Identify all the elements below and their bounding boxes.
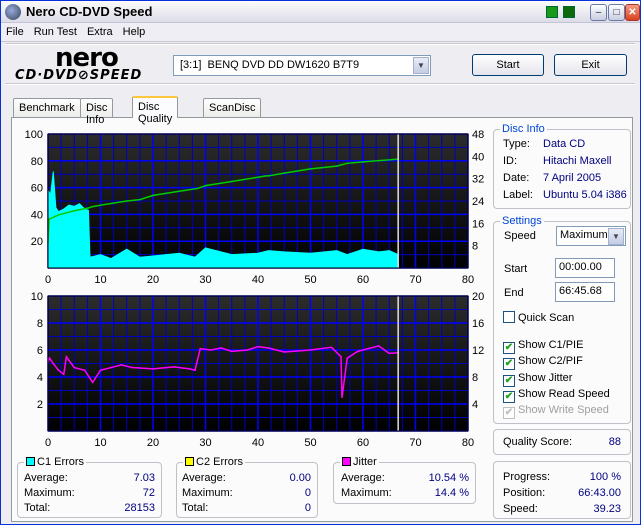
window-title: Nero CD-DVD Speed <box>26 4 153 19</box>
maximize-button[interactable]: □ <box>608 4 625 21</box>
jitter-avg-label: Average: <box>341 472 385 484</box>
start-label: Start <box>504 263 528 275</box>
id-value: Hitachi Maxell <box>543 155 612 167</box>
speed-select-value: Maximum <box>560 229 608 241</box>
exit-button[interactable]: Exit <box>554 54 627 76</box>
end-label: End <box>504 287 524 299</box>
checkmark-icon: ✔ <box>503 407 515 419</box>
logo-cd-dvd-speed-text: CD·DVD⊘SPEED <box>15 68 143 83</box>
show-read-speed-label: Show Read Speed <box>518 388 610 400</box>
tab-scandisc[interactable]: ScanDisc <box>203 98 262 117</box>
menu-bar: File Run Test Extra Help <box>1 23 640 42</box>
date-label: Date: <box>503 172 530 184</box>
app-icon <box>5 4 21 20</box>
show-c2-label: Show C2/PIF <box>518 355 583 367</box>
jitter-avg-value: 10.54 % <box>428 472 469 484</box>
c1-avg-label: Average: <box>24 472 68 484</box>
quality-score-value: 88 <box>608 436 621 448</box>
label-label: Label: <box>503 189 533 201</box>
quality-score-label: Quality Score: <box>503 436 573 448</box>
drive-select[interactable]: [3:1] BENQ DVD DD DW1620 B7T9 ▼ <box>173 55 431 76</box>
app-window: Nero CD-DVD Speed – □ ✕ File Run Test Extr… <box>0 0 641 525</box>
show-c1-label: Show C1/PIE <box>518 339 584 351</box>
c2-total-label: Total: <box>182 502 209 514</box>
checkbox-box <box>503 311 515 323</box>
c2-avg-label: Average: <box>182 472 226 484</box>
c2-max-label: Maximum: <box>182 487 233 499</box>
close-button[interactable]: ✕ <box>625 4 640 21</box>
jitter-title: Jitter <box>353 456 377 468</box>
checkmark-icon: ✔ <box>503 375 515 387</box>
progress-label: Progress: <box>503 471 551 483</box>
tab-disc-info[interactable]: Disc Info <box>80 98 114 126</box>
c2-errors-group: C2 Errors Average: 0.00 Maximum: 0 Total… <box>176 456 318 518</box>
speed-readout-label: Speed: <box>503 503 538 515</box>
c1-color-swatch <box>26 457 35 466</box>
id-label: ID: <box>503 155 518 167</box>
quick-scan-label: Quick Scan <box>518 312 575 324</box>
position-value: 66:43.00 <box>578 487 621 499</box>
c2-title: C2 Errors <box>196 456 244 468</box>
quality-score-group: Quality Score: 88 <box>493 429 631 455</box>
jitter-color-swatch <box>342 457 351 466</box>
c1-title: C1 Errors <box>37 456 85 468</box>
label-value: Ubuntu 5.04 i386 <box>543 189 627 201</box>
show-write-speed-checkbox: ✔ Show Write Speed <box>503 404 609 419</box>
c2-avg-value: 0.00 <box>289 472 311 484</box>
c2-total-value: 0 <box>304 502 311 514</box>
settings-title: Settings <box>500 215 544 227</box>
date-value: 7 April 2005 <box>543 172 602 184</box>
jitter-group: Jitter Average: 10.54 % Maximum: 14.4 % <box>333 456 476 504</box>
c1-max-value: 72 <box>142 487 155 499</box>
progress-value: 100 % <box>589 471 621 483</box>
c1-total-value: 28153 <box>124 502 155 514</box>
speed-label: Speed <box>504 230 536 242</box>
c1-avg-value: 7.03 <box>133 472 155 484</box>
checkmark-icon: ✔ <box>503 342 515 354</box>
progress-group: Progress: 100 % Position: 66:43.00 Speed… <box>493 461 631 519</box>
title-bar[interactable]: Nero CD-DVD Speed – □ ✕ <box>1 1 640 23</box>
speed-readout-value: 39.23 <box>593 503 621 515</box>
position-label: Position: <box>503 487 546 499</box>
tab-disc-quality[interactable]: Disc Quality <box>132 96 179 125</box>
tab-benchmark[interactable]: Benchmark <box>13 98 81 117</box>
start-time-input[interactable]: 00:00.00 <box>555 258 615 278</box>
minimize-button[interactable]: – <box>590 4 607 21</box>
type-value: Data CD <box>543 138 586 150</box>
show-jitter-checkbox[interactable]: ✔ Show Jitter <box>503 372 572 387</box>
nero-logo: nero CD·DVD⊘SPEED <box>13 43 163 87</box>
separator <box>5 83 635 85</box>
disc-info-title: Disc Info <box>500 123 547 135</box>
jitter-max-label: Maximum: <box>341 487 392 499</box>
save-disk-icon[interactable] <box>563 6 575 18</box>
jitter-max-value: 14.4 % <box>434 487 469 499</box>
chevron-down-icon[interactable]: ▼ <box>413 57 429 74</box>
menu-file[interactable]: File <box>1 23 29 38</box>
checkmark-icon: ✔ <box>503 358 515 370</box>
disc-info-group: Disc Info Type: Data CD ID: Hitachi Maxe… <box>493 123 631 209</box>
speed-select[interactable]: Maximum ▼ <box>556 226 626 246</box>
c1-errors-group: C1 Errors Average: 7.03 Maximum: 72 Tota… <box>17 456 162 518</box>
menu-run-test[interactable]: Run Test <box>29 23 82 38</box>
start-button[interactable]: Start <box>472 54 544 76</box>
menu-extra[interactable]: Extra <box>82 23 118 38</box>
show-c1-checkbox[interactable]: ✔ Show C1/PIE <box>503 339 583 354</box>
c2-color-swatch <box>185 457 194 466</box>
drive-select-value: [3:1] BENQ DVD DD DW1620 B7T9 <box>180 59 360 71</box>
checkmark-icon: ✔ <box>503 391 515 403</box>
c1-max-label: Maximum: <box>24 487 75 499</box>
c2-max-value: 0 <box>304 487 311 499</box>
show-write-speed-label: Show Write Speed <box>518 404 609 416</box>
type-label: Type: <box>503 138 530 150</box>
show-read-speed-checkbox[interactable]: ✔ Show Read Speed <box>503 388 610 403</box>
quick-scan-checkbox[interactable]: Quick Scan <box>503 311 574 324</box>
c1-total-label: Total: <box>24 502 51 514</box>
show-jitter-label: Show Jitter <box>518 372 573 384</box>
menu-help[interactable]: Help <box>118 23 151 38</box>
show-c2-checkbox[interactable]: ✔ Show C2/PIF <box>503 355 583 370</box>
chevron-down-icon[interactable]: ▼ <box>608 228 624 245</box>
tray-green-icon[interactable] <box>546 6 558 18</box>
end-time-input[interactable]: 66:45.68 <box>555 282 615 302</box>
